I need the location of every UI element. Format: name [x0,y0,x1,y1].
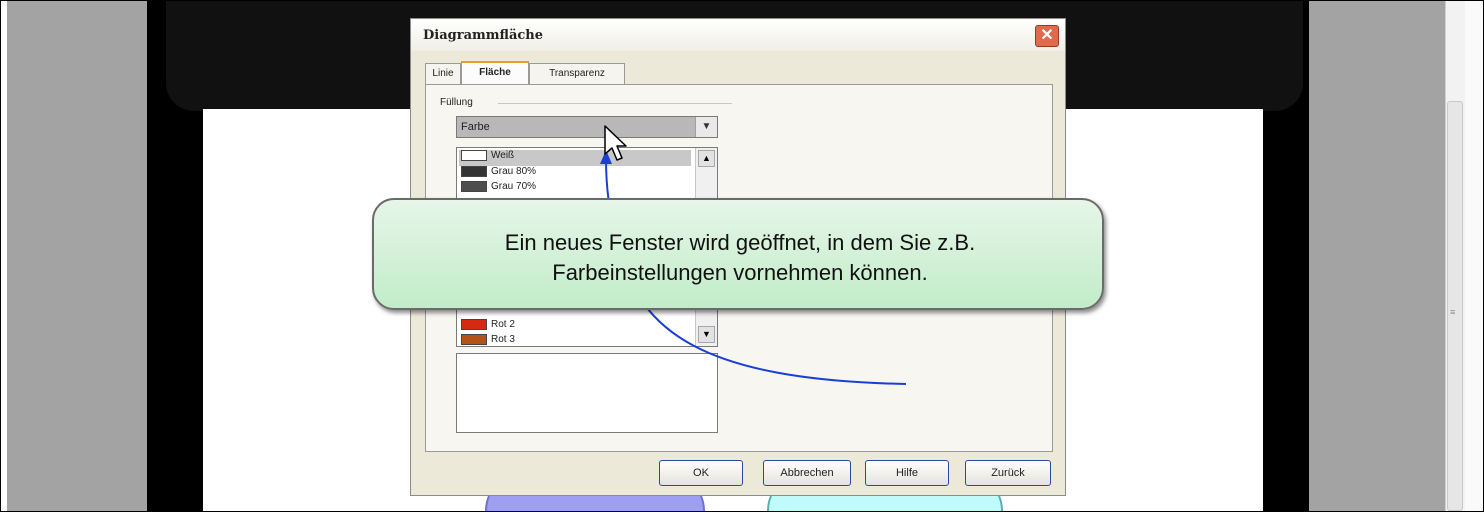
tutorial-callout: Ein neues Fenster wird geöffnet, in dem … [372,198,1104,310]
color-swatch [461,181,487,192]
chevron-down-icon[interactable]: ▼ [695,117,717,137]
close-icon[interactable]: ✕ [1035,25,1059,47]
tab-flaeche[interactable]: Fläche [461,61,529,85]
color-item-rot-2[interactable]: Rot 2 [459,319,515,335]
right-edge [1465,1,1483,511]
group-separator [498,103,732,104]
back-button[interactable]: Zurück [965,460,1051,486]
color-name: Weiß [491,150,515,162]
color-name: Grau 70% [491,181,537,193]
chevron-up-icon[interactable]: ▲ [698,150,715,167]
right-gray-margin [1309,1,1445,511]
color-swatch [461,166,487,177]
tab-transparenz[interactable]: Transparenz [529,63,625,85]
dialog-title: Diagrammfläche [423,28,544,43]
color-swatch [461,334,487,345]
fill-group-label: Füllung [440,97,473,108]
help-button[interactable]: Hilfe [865,460,949,486]
color-swatch [461,150,487,161]
left-gray-margin [7,1,147,511]
color-name: Rot 2 [491,319,515,331]
callout-text-line-2: Farbeinstellungen vornehmen können. [552,260,928,285]
fill-type-select[interactable]: Farbe ▼ [456,116,718,138]
grip-icon: ≡ [1450,307,1456,317]
color-item-rot-3[interactable]: Rot 3 [459,334,515,346]
ok-button[interactable]: OK [659,460,743,486]
fill-preview [456,353,718,433]
color-name: Grau 80% [491,166,537,178]
scrollbar-thumb[interactable] [1447,101,1463,511]
chevron-down-icon[interactable]: ▼ [698,326,715,343]
page-shadow [147,381,203,511]
tab-linie[interactable]: Linie [425,63,461,85]
color-item-grau-80[interactable]: Grau 80% [459,166,536,182]
color-item-grau-70[interactable]: Grau 70% [459,181,536,197]
cancel-button[interactable]: Abbrechen [763,460,851,486]
color-name: Rot 3 [491,334,515,346]
fill-type-value: Farbe [461,121,490,133]
callout-text-line-1: Ein neues Fenster wird geöffnet, in dem … [504,230,976,255]
color-swatch [461,319,487,330]
color-item-weiss[interactable]: Weiß [459,150,691,166]
dialog-titlebar[interactable]: Diagrammfläche ✕ [411,19,1065,51]
mouse-cursor-icon [604,125,627,161]
